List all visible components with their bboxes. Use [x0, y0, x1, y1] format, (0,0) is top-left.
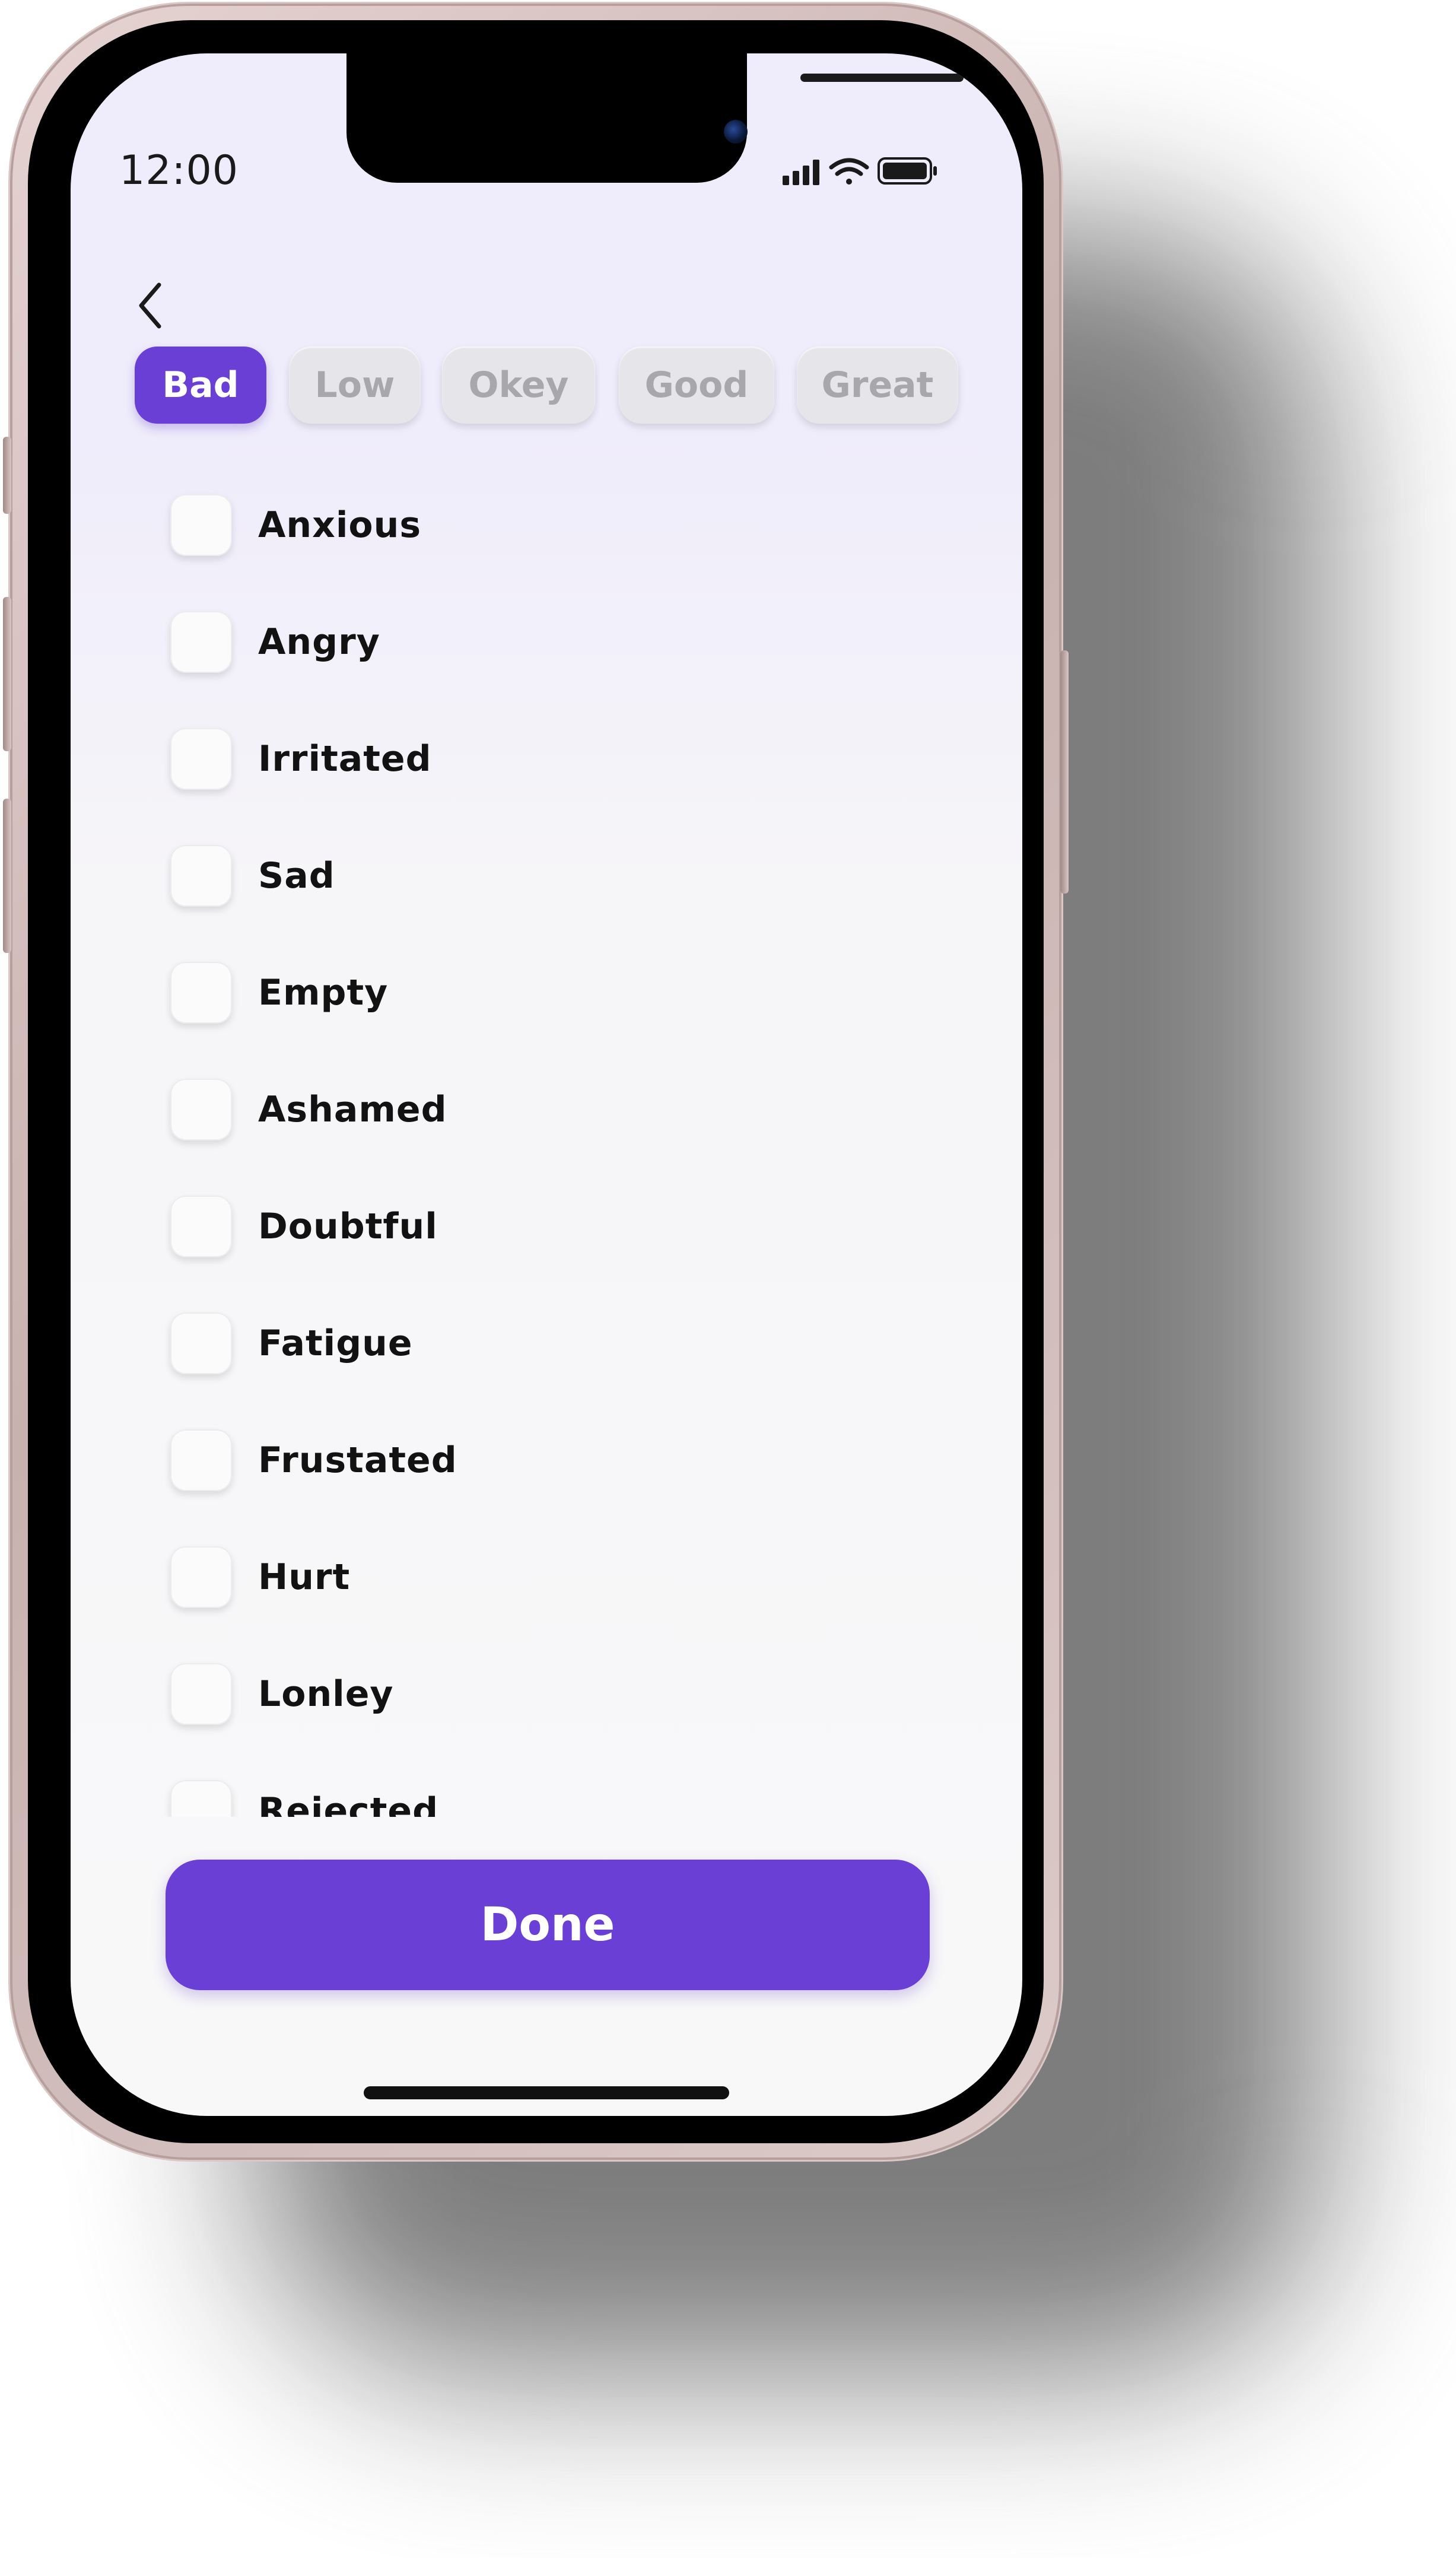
tab-bad[interactable]: Bad — [135, 347, 266, 424]
list-item[interactable]: Angry — [170, 609, 380, 675]
home-indicator[interactable] — [364, 2086, 729, 2099]
list-item-label: Ashamed — [258, 1089, 447, 1130]
checkbox[interactable] — [170, 1429, 232, 1491]
mood-tabs: Bad Low Okey Good Great — [135, 347, 965, 424]
list-item-label: Sad — [258, 855, 335, 897]
power-button — [1060, 650, 1069, 894]
checkbox[interactable] — [170, 728, 232, 790]
list-item[interactable]: Frustated — [170, 1428, 457, 1493]
tab-low[interactable]: Low — [289, 347, 421, 424]
list-item[interactable]: Hurt — [170, 1545, 350, 1610]
silent-switch — [3, 437, 11, 514]
status-icons — [783, 157, 937, 185]
list-item[interactable]: Irritated — [170, 726, 432, 792]
tab-good[interactable]: Good — [619, 347, 774, 424]
tab-great[interactable]: Great — [797, 347, 958, 424]
list-item[interactable]: Lonley — [170, 1661, 394, 1727]
volume-up-button — [3, 597, 11, 751]
list-item[interactable]: Empty — [170, 960, 388, 1025]
wifi-icon — [829, 158, 869, 185]
list-item[interactable]: Sad — [170, 843, 335, 908]
notch — [346, 53, 964, 183]
checkbox[interactable] — [170, 1663, 232, 1725]
checkbox[interactable] — [170, 1196, 232, 1257]
list-item-label: Hurt — [258, 1556, 351, 1598]
list-item-label: Lonley — [258, 1673, 394, 1715]
checkbox[interactable] — [170, 962, 232, 1024]
list-item[interactable]: Rejected — [170, 1778, 438, 1817]
status-time: 12:00 — [119, 147, 239, 194]
chevron-left-icon — [139, 282, 161, 329]
list-item-label: Frustated — [258, 1440, 457, 1481]
phone-frame: 12:00 Bad Low Okey Good Great Anxious An… — [3, 4, 1069, 2160]
checkbox[interactable] — [170, 1780, 232, 1817]
earpiece-speaker — [800, 74, 964, 82]
list-item[interactable]: Anxious — [170, 492, 421, 558]
done-button[interactable]: Done — [166, 1860, 930, 1990]
battery-icon — [878, 157, 937, 185]
volume-down-button — [3, 799, 11, 953]
checkbox[interactable] — [170, 494, 232, 556]
checkbox[interactable] — [170, 611, 232, 673]
checkbox[interactable] — [170, 1313, 232, 1374]
list-item-label: Rejected — [258, 1790, 439, 1817]
checkbox[interactable] — [170, 1546, 232, 1608]
list-item-label: Anxious — [258, 504, 422, 546]
tab-okey[interactable]: Okey — [442, 347, 595, 424]
list-item[interactable]: Doubtful — [170, 1194, 438, 1259]
list-item-label: Doubtful — [258, 1206, 438, 1247]
front-camera — [724, 120, 748, 144]
checkbox[interactable] — [170, 845, 232, 907]
list-item[interactable]: Fatigue — [170, 1311, 413, 1376]
list-item-label: Fatigue — [258, 1323, 413, 1364]
list-item-label: Irritated — [258, 738, 432, 780]
checkbox[interactable] — [170, 1079, 232, 1140]
app-screen: 12:00 Bad Low Okey Good Great Anxious An… — [71, 53, 1022, 2116]
feelings-list: Anxious Angry Irritated Sad Empty Ashame… — [71, 469, 1022, 1817]
back-button[interactable] — [124, 273, 177, 338]
list-item-label: Angry — [258, 621, 380, 663]
list-item-label: Empty — [258, 972, 389, 1013]
signal-icon — [783, 160, 819, 185]
list-item[interactable]: Ashamed — [170, 1077, 447, 1142]
